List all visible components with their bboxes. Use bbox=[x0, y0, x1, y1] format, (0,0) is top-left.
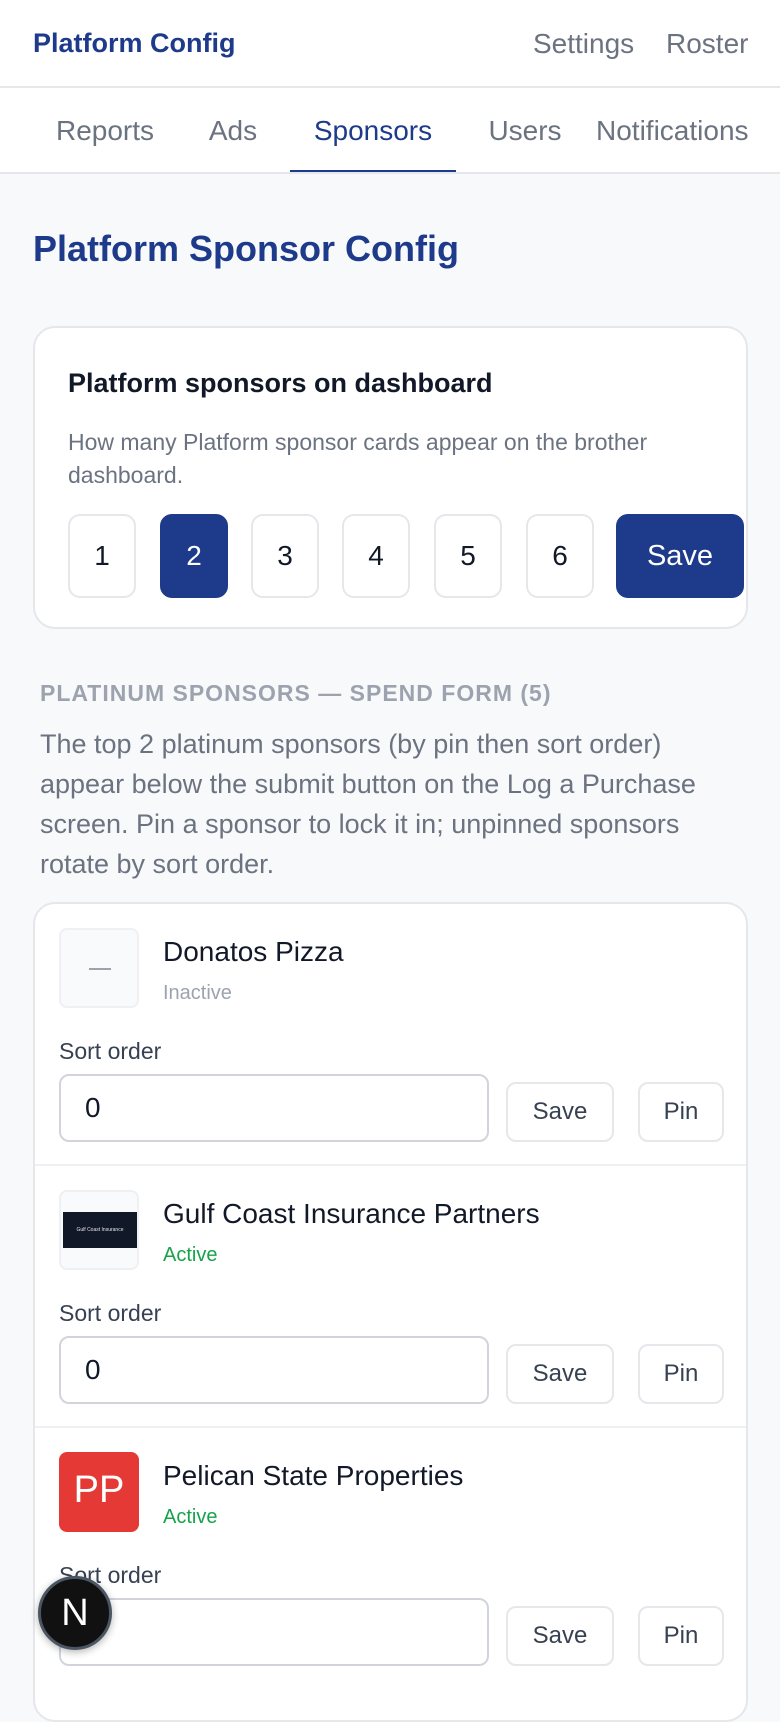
tab-users[interactable]: Users bbox=[470, 88, 580, 172]
count-option-4[interactable]: 4 bbox=[342, 514, 410, 598]
tab-bar: Reports Ads Sponsors Users Notifications bbox=[0, 88, 780, 174]
sponsor-status: Active bbox=[163, 1506, 218, 1528]
sponsor-status: Inactive bbox=[163, 982, 232, 1004]
save-sort-button[interactable]: Save bbox=[506, 1344, 614, 1404]
sponsor-logo: PP bbox=[59, 1452, 139, 1532]
card-title: Platform sponsors on dashboard bbox=[68, 368, 493, 398]
pin-button[interactable]: Pin bbox=[638, 1606, 724, 1666]
dashboard-sponsor-card: Platform sponsors on dashboard How many … bbox=[33, 326, 748, 629]
sponsor-name: Gulf Coast Insurance Partners bbox=[163, 1198, 540, 1229]
card-description: How many Platform sponsor cards appear o… bbox=[68, 429, 648, 488]
page-title: Platform Sponsor Config bbox=[33, 228, 459, 269]
sponsor-name: Pelican State Properties bbox=[163, 1460, 464, 1491]
sponsor-logo bbox=[59, 928, 139, 1008]
sort-order-input[interactable] bbox=[59, 1598, 489, 1666]
section-heading: PLATINUM SPONSORS — SPEND FORM (5) bbox=[40, 680, 552, 706]
save-sort-button[interactable]: Save bbox=[506, 1606, 614, 1666]
sort-order-label: Sort order bbox=[59, 1300, 162, 1326]
top-bar: Platform Config Settings Roster bbox=[0, 0, 780, 88]
placeholder-dash-icon bbox=[89, 968, 111, 970]
brand-title[interactable]: Platform Config bbox=[33, 28, 236, 59]
sponsor-name: Donatos Pizza bbox=[163, 936, 344, 967]
save-count-button[interactable]: Save bbox=[616, 514, 744, 598]
dev-tools-button[interactable]: N bbox=[38, 1576, 112, 1650]
count-option-3[interactable]: 3 bbox=[251, 514, 319, 598]
count-option-6[interactable]: 6 bbox=[526, 514, 594, 598]
sponsor-list: Donatos Pizza Inactive Sort order Save P… bbox=[33, 902, 748, 1722]
logo-banner-text: Gulf Coast Insurance bbox=[63, 1212, 137, 1248]
tab-notifications[interactable]: Notifications bbox=[596, 88, 780, 172]
sort-order-label: Sort order bbox=[59, 1038, 162, 1064]
tab-ads[interactable]: Ads bbox=[190, 88, 276, 172]
count-option-1[interactable]: 1 bbox=[68, 514, 136, 598]
settings-link[interactable]: Settings bbox=[533, 28, 634, 60]
section-description: The top 2 platinum sponsors (by pin then… bbox=[40, 729, 696, 879]
pin-button[interactable]: Pin bbox=[638, 1082, 724, 1142]
sponsor-status: Active bbox=[163, 1244, 218, 1266]
sponsor-row: PP Pelican State Properties Active Sort … bbox=[35, 1428, 746, 1690]
sort-order-input[interactable] bbox=[59, 1336, 489, 1404]
sponsor-row: Donatos Pizza Inactive Sort order Save P… bbox=[35, 904, 746, 1166]
roster-link[interactable]: Roster bbox=[666, 28, 748, 60]
sort-order-input[interactable] bbox=[59, 1074, 489, 1142]
sponsor-row: Gulf Coast Insurance Gulf Coast Insuranc… bbox=[35, 1166, 746, 1428]
sponsor-logo: Gulf Coast Insurance bbox=[59, 1190, 139, 1270]
save-sort-button[interactable]: Save bbox=[506, 1082, 614, 1142]
tab-sponsors[interactable]: Sponsors bbox=[290, 88, 456, 172]
tab-reports[interactable]: Reports bbox=[34, 88, 176, 172]
count-option-2[interactable]: 2 bbox=[160, 514, 228, 598]
pin-button[interactable]: Pin bbox=[638, 1344, 724, 1404]
count-option-5[interactable]: 5 bbox=[434, 514, 502, 598]
